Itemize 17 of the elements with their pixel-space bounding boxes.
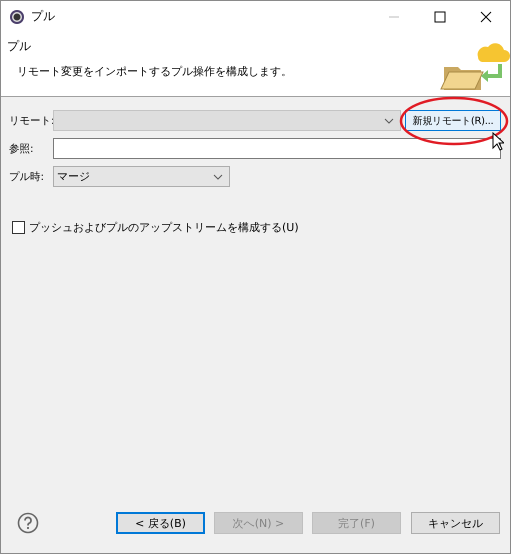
mouse-pointer-icon	[492, 132, 504, 151]
input-field[interactable]	[53, 138, 501, 159]
page-title: プル	[7, 38, 32, 55]
dialog-button[interactable]: キャンセル	[411, 512, 500, 534]
page-description: リモート変更をインポートするプル操作を構成します。	[17, 64, 293, 79]
close-icon[interactable]	[480, 10, 492, 22]
field-label: プル時:	[9, 170, 45, 184]
help-icon[interactable]	[17, 512, 39, 534]
chevron-down-icon	[213, 174, 223, 180]
dialog-button[interactable]: < 戻る(B)	[116, 512, 205, 534]
checkbox-label: プッシュおよびプルのアップストリームを構成する(U)	[29, 220, 299, 235]
field-label: 参照:	[9, 142, 34, 156]
dropdown[interactable]: マージ	[53, 166, 230, 187]
window-title: プル	[31, 8, 55, 25]
chevron-down-icon	[384, 118, 394, 124]
maximize-icon[interactable]	[434, 10, 446, 22]
checkbox[interactable]	[12, 221, 25, 234]
